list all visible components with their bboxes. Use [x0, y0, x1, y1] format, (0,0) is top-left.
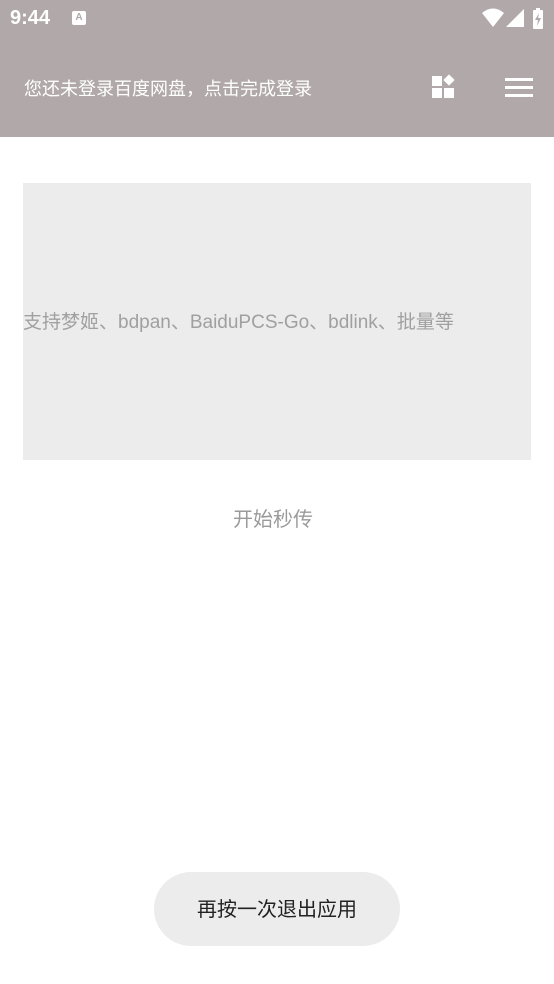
- battery-icon: [532, 8, 544, 30]
- link-input[interactable]: 支持梦姬、bdpan、BaiduPCS-Go、bdlink、批量等: [23, 183, 531, 460]
- wifi-icon: [482, 8, 504, 28]
- status-time: 9:44: [10, 7, 51, 29]
- status-bar: 9:44 A: [0, 0, 554, 38]
- login-prompt[interactable]: 您还未登录百度网盘，点击完成登录: [24, 75, 312, 101]
- notification-icon: A: [72, 11, 86, 25]
- signal-icon: [506, 8, 524, 28]
- app-bar: 您还未登录百度网盘，点击完成登录: [0, 38, 554, 137]
- apps-icon[interactable]: [430, 73, 458, 101]
- link-input-placeholder: 支持梦姬、bdpan、BaiduPCS-Go、bdlink、批量等: [23, 312, 454, 333]
- toast-message: 再按一次退出应用: [154, 872, 400, 946]
- menu-icon[interactable]: [504, 75, 534, 99]
- start-button[interactable]: 开始秒传: [200, 500, 346, 538]
